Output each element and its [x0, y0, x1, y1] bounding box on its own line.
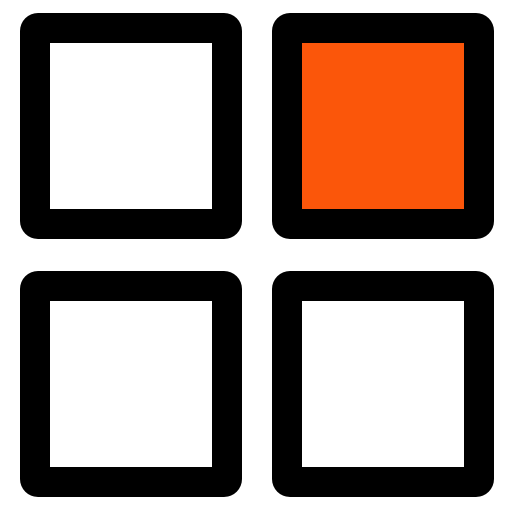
app-grid-icon [0, 0, 512, 512]
grid-tile-bottom-right [272, 271, 494, 497]
grid-tile-bottom-left [20, 271, 242, 497]
grid-tile-top-right-highlighted [272, 13, 494, 239]
grid-tile-top-left [20, 13, 242, 239]
